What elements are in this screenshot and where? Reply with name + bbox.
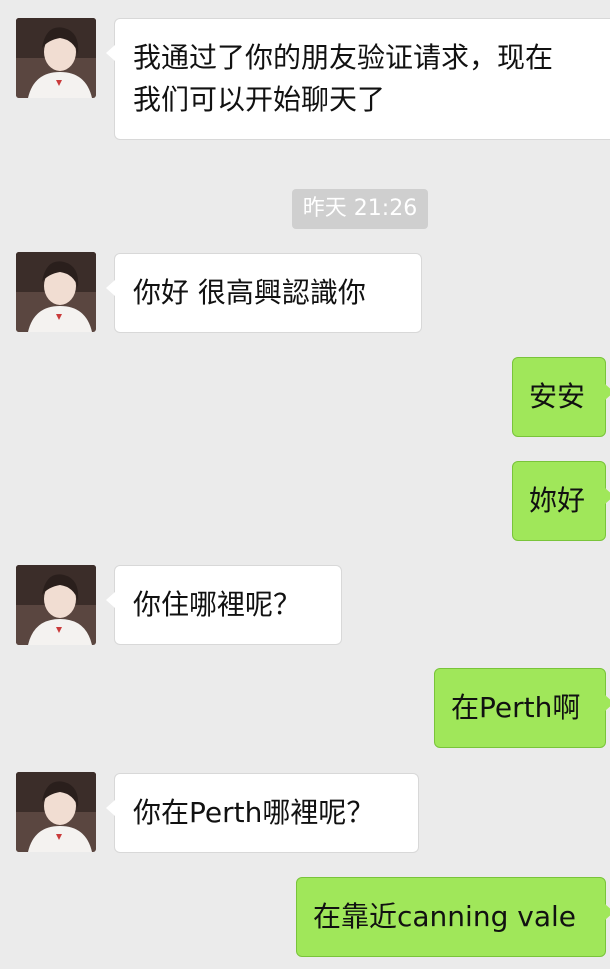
avatar-image [16,18,96,98]
message-bubble-outgoing[interactable]: 在靠近canning vale [296,877,610,957]
avatar-image [16,252,96,332]
avatar[interactable] [16,18,96,98]
avatar-image [16,565,96,645]
message-text: 你在Perth哪裡呢？ [133,796,375,829]
message-bubble-outgoing[interactable]: 在Perth啊 [434,668,610,748]
message-bubble-incoming[interactable]: 我通过了你的朋友验证请求，现在 我们可以开始聊天了 [106,18,610,140]
message-bubble-outgoing[interactable]: 妳好 [512,461,610,541]
message-text: 安安 [529,380,586,413]
message-bubble-incoming[interactable]: 你在Perth哪裡呢？ [106,773,419,853]
message-bubble-incoming[interactable]: 你住哪裡呢？ [106,565,342,645]
timestamp-badge: 昨天 21:26 [292,189,428,229]
message-text: 在Perth啊 [451,691,581,724]
avatar-image [16,772,96,852]
avatar[interactable] [16,252,96,332]
message-text: 你住哪裡呢？ [133,588,302,621]
avatar[interactable] [16,565,96,645]
avatar[interactable] [16,772,96,852]
message-text: 你好 很高興認識你 [133,276,366,309]
message-bubble-outgoing[interactable]: 安安 [512,357,610,437]
message-text-line: 我通过了你的朋友验证请求，现在 [133,41,554,74]
message-text: 妳好 [529,484,586,517]
message-text: 在靠近canning vale [313,900,576,933]
message-bubble-incoming[interactable]: 你好 很高興認識你 [106,253,422,333]
message-text-line: 我们可以开始聊天了 [133,83,386,116]
